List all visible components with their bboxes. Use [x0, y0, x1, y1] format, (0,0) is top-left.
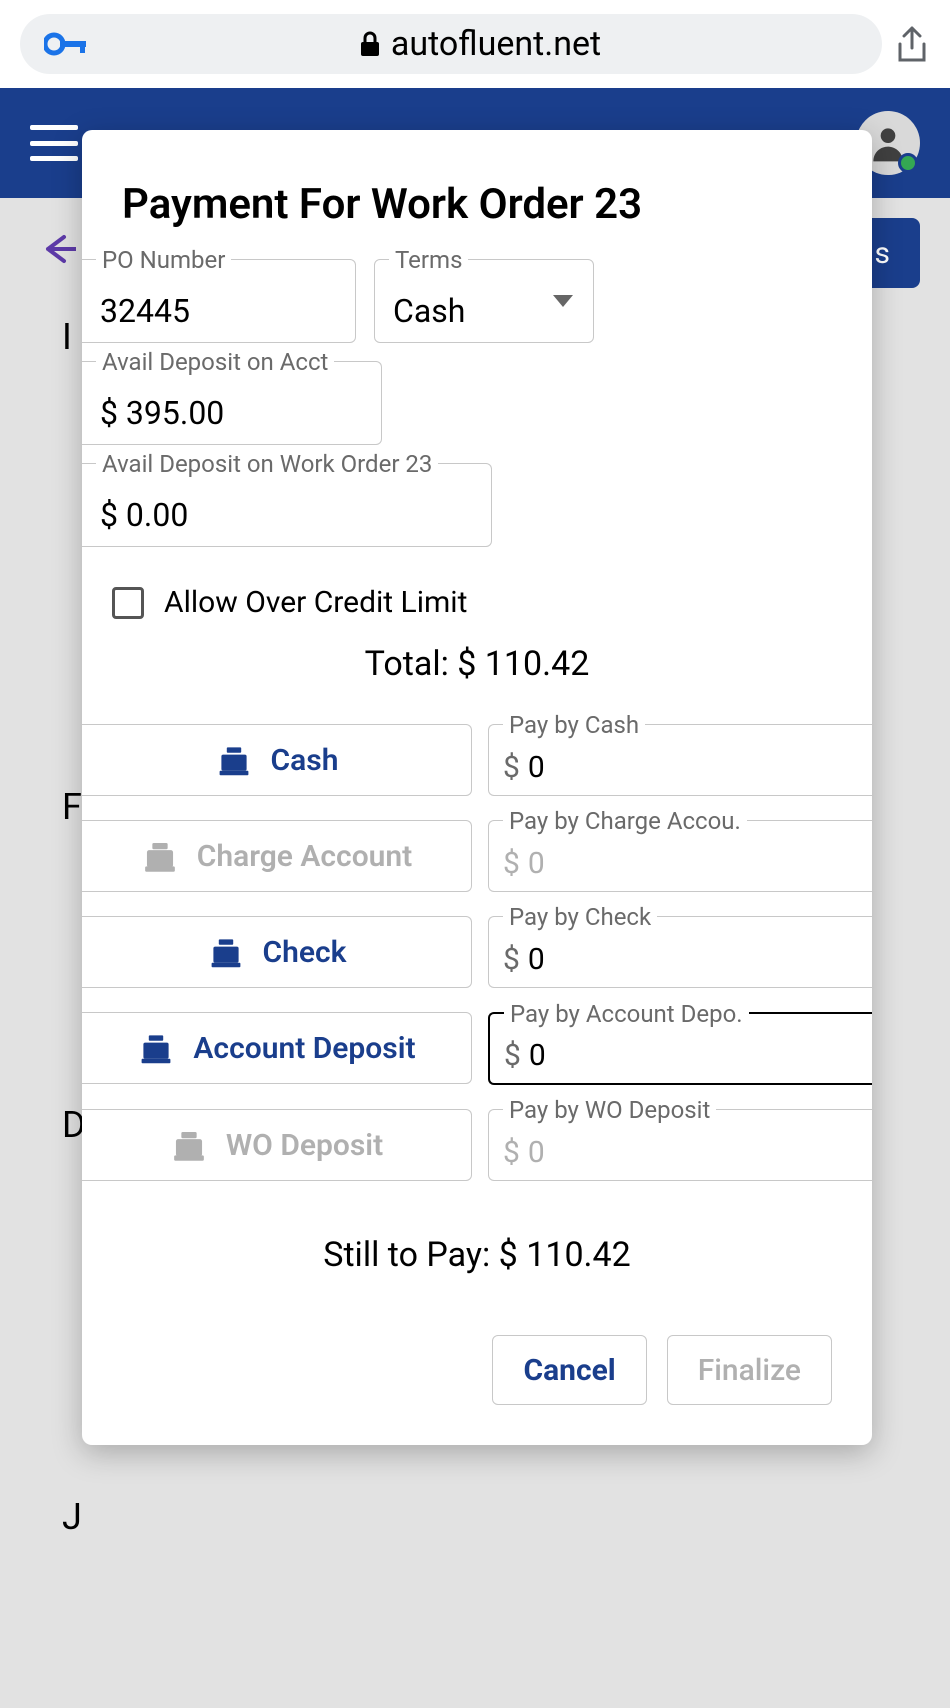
avail-deposit-acct-value: $ 395.00: [100, 394, 224, 432]
lock-icon: [359, 31, 381, 57]
terms-value: Cash: [393, 292, 465, 330]
avail-deposit-acct-field: Avail Deposit on Acct $ 395.00: [82, 361, 382, 445]
chevron-down-icon: [553, 295, 573, 307]
bg-letter: F: [62, 786, 82, 828]
pay-account-deposit-label: Pay by Account Depo.: [504, 1000, 749, 1028]
wo-deposit-button-label: WO Deposit: [226, 1128, 383, 1163]
payment-modal: Payment For Work Order 23 PO Number 3244…: [82, 130, 872, 1445]
check-button-label: Check: [263, 935, 347, 970]
charge-account-button-label: Charge Account: [197, 839, 413, 874]
pay-charge-input: Pay by Charge Accou. $ 0: [488, 820, 872, 892]
pay-account-deposit-input[interactable]: Pay by Account Depo. $ 0: [488, 1012, 872, 1085]
wo-deposit-button: WO Deposit: [82, 1109, 472, 1181]
avail-deposit-wo-value: $ 0.00: [100, 496, 188, 534]
register-icon: [207, 934, 245, 970]
register-icon: [141, 838, 179, 874]
cancel-button[interactable]: Cancel: [492, 1335, 646, 1405]
browser-address-bar: autofluent.net: [0, 0, 950, 88]
back-arrow[interactable]: [36, 228, 76, 280]
share-icon[interactable]: [894, 26, 930, 62]
menu-icon[interactable]: [30, 125, 78, 161]
pay-charge-value: 0: [528, 846, 545, 881]
pay-wo-deposit-input: Pay by WO Deposit $ 0: [488, 1109, 872, 1181]
po-number-label: PO Number: [96, 246, 231, 274]
cash-button-label: Cash: [271, 743, 339, 778]
dollar-prefix: $: [503, 750, 520, 785]
dollar-prefix: $: [504, 1038, 521, 1073]
cash-button[interactable]: Cash: [82, 724, 472, 796]
pay-check-input[interactable]: Pay by Check $ 0: [488, 916, 872, 988]
status-online-dot: [898, 153, 918, 173]
dollar-prefix: $: [503, 942, 520, 977]
check-button[interactable]: Check: [82, 916, 472, 988]
allow-over-credit-checkbox[interactable]: [112, 587, 144, 619]
pay-cash-value: 0: [528, 750, 545, 785]
address-domain: autofluent.net: [391, 24, 601, 64]
pay-charge-label: Pay by Charge Accou.: [503, 807, 747, 835]
pay-cash-label: Pay by Cash: [503, 711, 645, 739]
terms-label: Terms: [389, 246, 468, 274]
terms-select[interactable]: Terms Cash: [374, 259, 594, 343]
finalize-button: Finalize: [667, 1335, 832, 1405]
still-to-pay-label: Still to Pay: $ 110.42: [82, 1205, 872, 1335]
pay-check-value: 0: [528, 942, 545, 977]
total-label: Total: $ 110.42: [82, 644, 872, 724]
pay-check-label: Pay by Check: [503, 903, 657, 931]
pay-cash-input[interactable]: Pay by Cash $ 0: [488, 724, 872, 796]
register-icon: [137, 1030, 175, 1066]
bg-letter: I: [62, 316, 72, 358]
pay-account-deposit-value: 0: [529, 1038, 546, 1073]
avail-deposit-wo-field: Avail Deposit on Work Order 23 $ 0.00: [82, 463, 492, 547]
dollar-prefix: $: [503, 1135, 520, 1170]
key-icon: [44, 30, 88, 58]
po-number-field[interactable]: PO Number 32445: [82, 259, 356, 343]
address-pill[interactable]: autofluent.net: [20, 14, 882, 74]
dollar-prefix: $: [503, 846, 520, 881]
register-icon: [170, 1127, 208, 1163]
bg-letter: J: [62, 1496, 82, 1538]
pay-wo-deposit-label: Pay by WO Deposit: [503, 1096, 716, 1124]
allow-over-credit-label: Allow Over Credit Limit: [164, 585, 467, 620]
charge-account-button: Charge Account: [82, 820, 472, 892]
register-icon: [215, 742, 253, 778]
avail-deposit-wo-label: Avail Deposit on Work Order 23: [96, 450, 438, 478]
address-text-wrap: autofluent.net: [102, 24, 858, 64]
avail-deposit-acct-label: Avail Deposit on Acct: [96, 348, 334, 376]
account-deposit-button[interactable]: Account Deposit: [82, 1012, 472, 1084]
pay-wo-deposit-value: 0: [528, 1135, 545, 1170]
po-number-value: 32445: [100, 292, 190, 330]
account-deposit-button-label: Account Deposit: [193, 1031, 415, 1066]
